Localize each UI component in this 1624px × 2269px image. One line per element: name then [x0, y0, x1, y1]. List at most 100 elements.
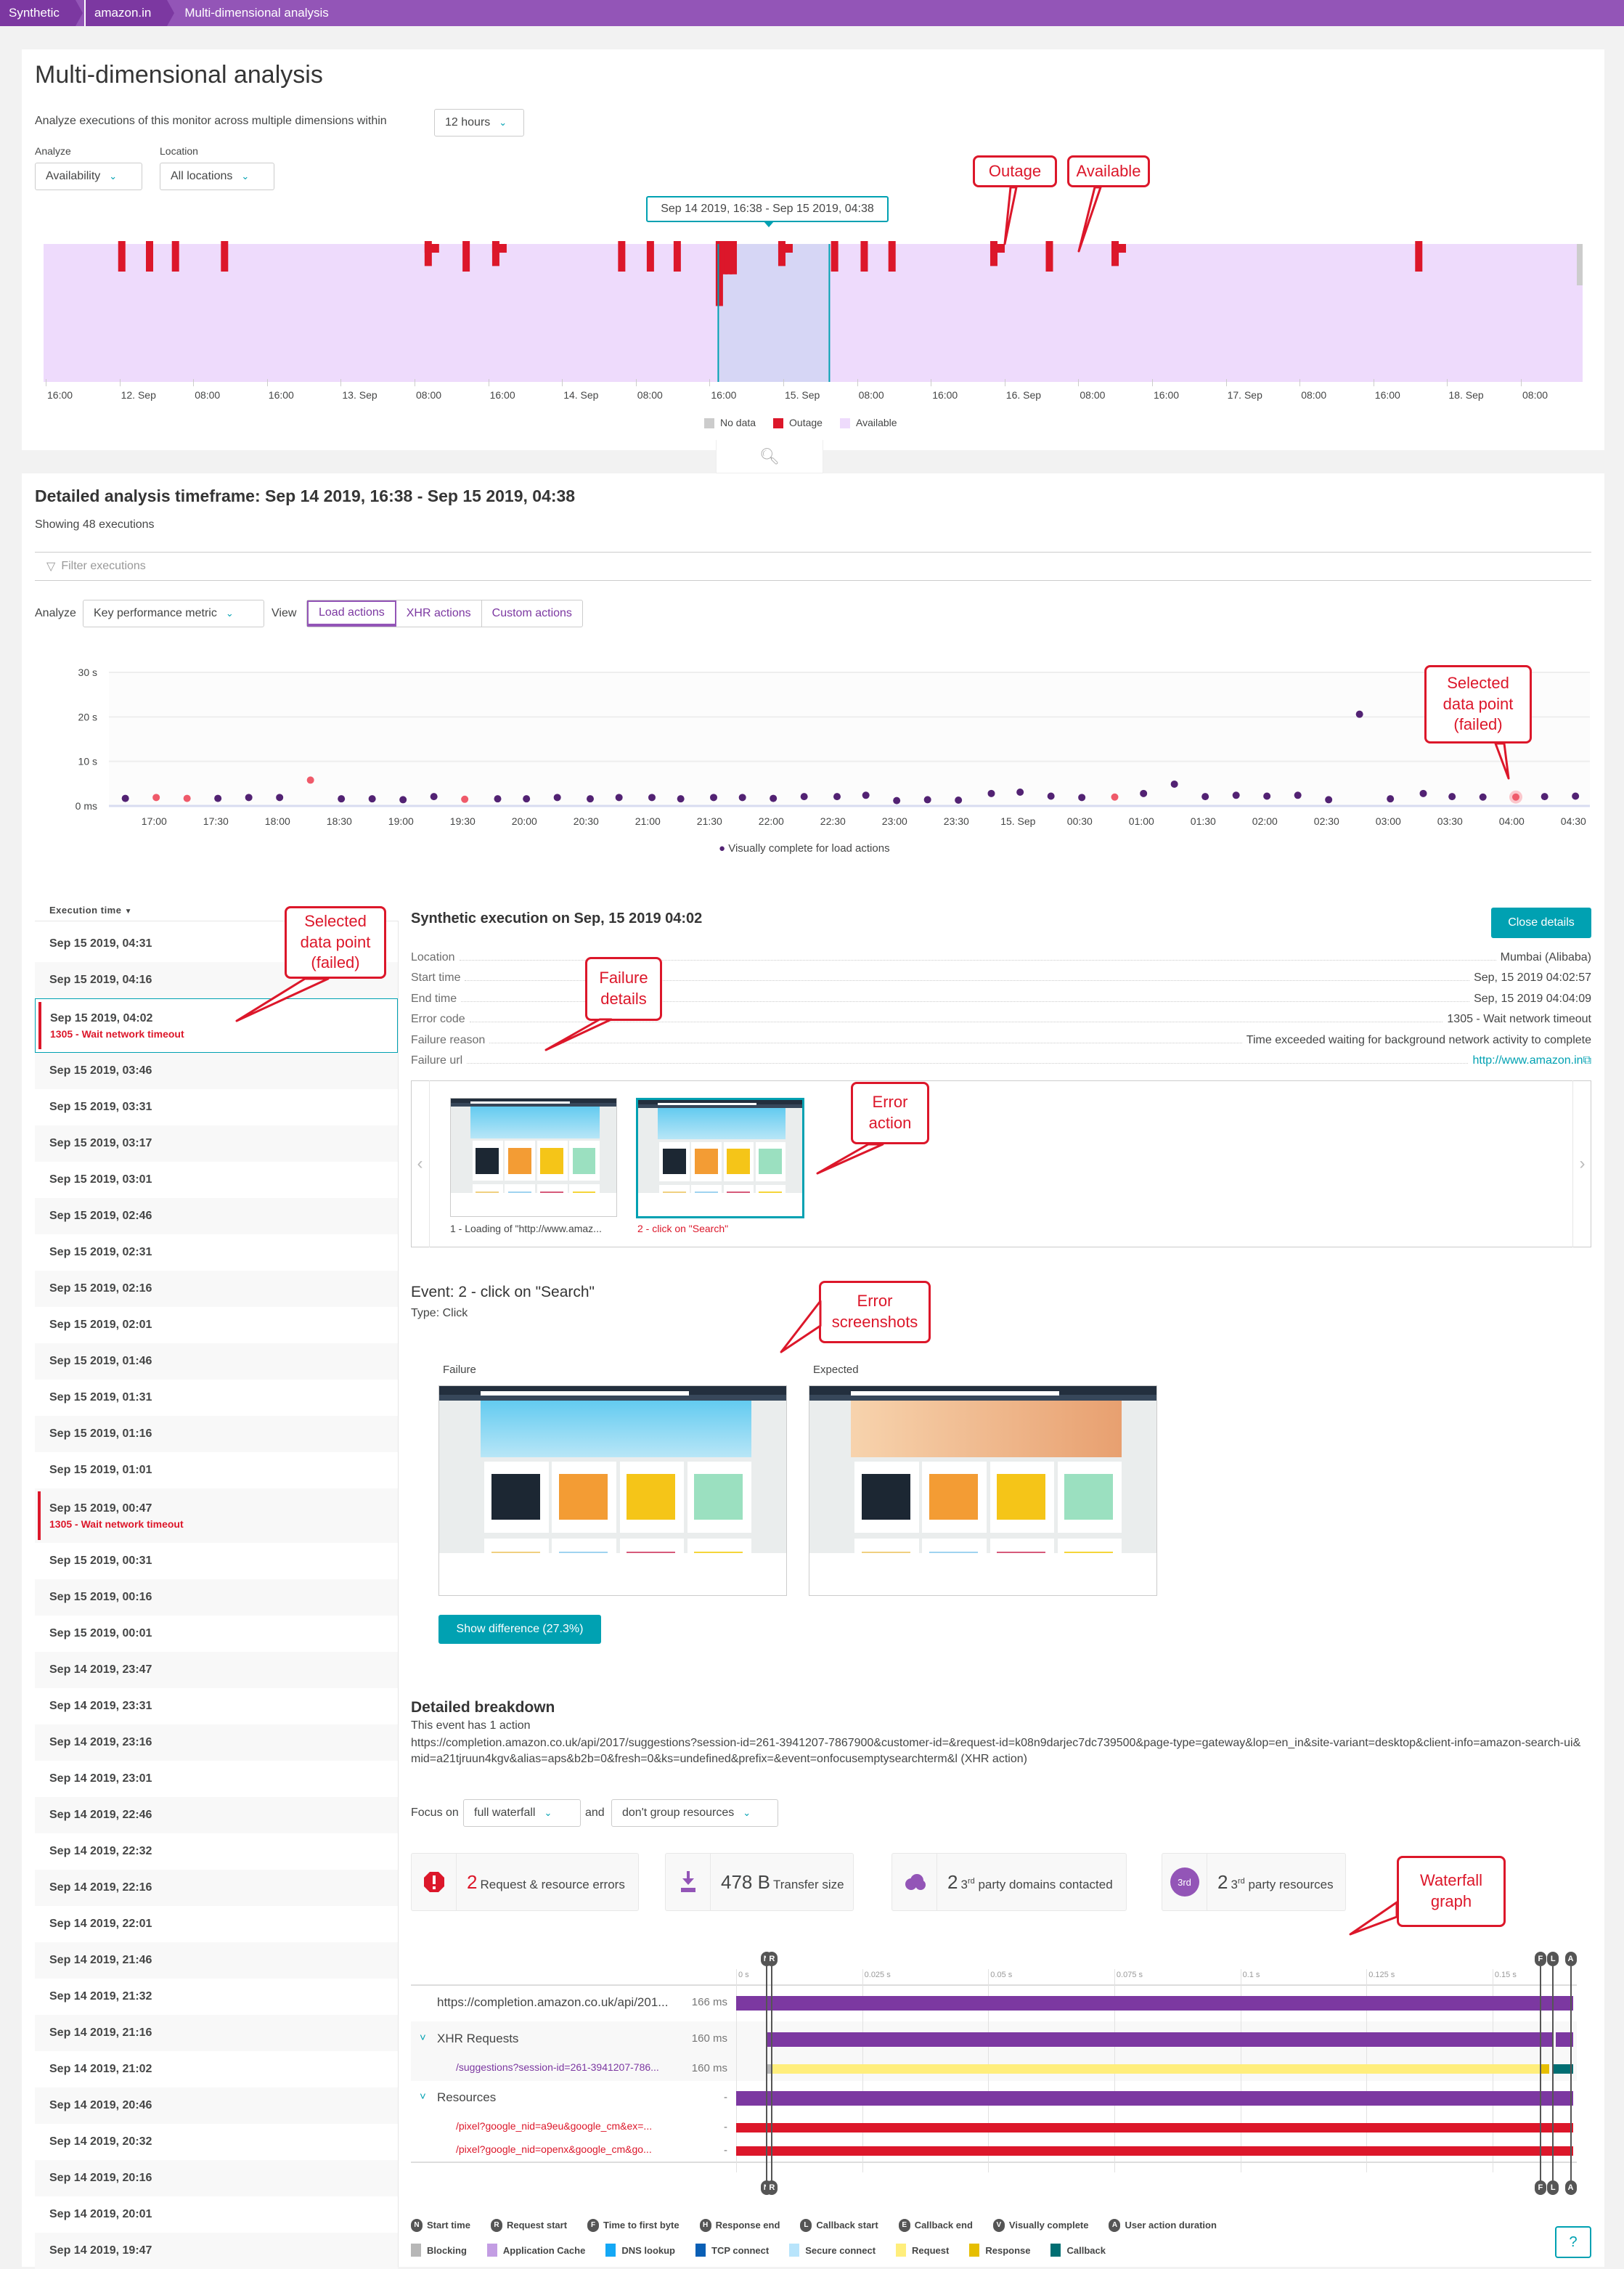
data-point[interactable] — [1325, 796, 1333, 804]
waterfall-bar[interactable] — [766, 2032, 1554, 2047]
data-point[interactable] — [338, 795, 346, 803]
execution-row[interactable]: Sep 14 2019, 21:46 — [35, 1942, 398, 1979]
waterfall-bar[interactable] — [736, 2091, 1573, 2106]
marker-a[interactable]: A — [1564, 2180, 1577, 2195]
data-point-failed[interactable] — [306, 776, 314, 784]
stat-errors[interactable]: 2 Request & resource errors — [411, 1853, 639, 1911]
data-point[interactable] — [677, 795, 685, 803]
tab-xhr-actions[interactable]: XHR actions — [396, 600, 482, 627]
data-point[interactable] — [1047, 792, 1055, 800]
waterfall-bar[interactable] — [736, 2123, 1573, 2132]
outage-bar[interactable] — [221, 241, 229, 272]
data-point[interactable] — [430, 793, 438, 801]
execution-row[interactable]: Sep 15 2019, 02:31 — [35, 1234, 398, 1271]
data-point-failed[interactable] — [461, 795, 469, 803]
event-thumbnail-2[interactable] — [636, 1098, 804, 1218]
availability-chart[interactable] — [0, 232, 1624, 414]
outage-bar[interactable] — [462, 241, 470, 272]
outage-bar[interactable] — [646, 241, 654, 272]
data-point[interactable] — [862, 791, 870, 799]
data-point[interactable] — [1448, 793, 1456, 801]
marker-r[interactable]: R — [766, 1952, 778, 1966]
execution-row[interactable]: Sep 15 2019, 00:47 1305 - Wait network ti… — [35, 1488, 398, 1543]
data-point[interactable] — [523, 795, 531, 803]
waterfall-row-label[interactable]: Resources — [437, 2090, 496, 2105]
data-point[interactable] — [587, 795, 594, 803]
waterfall-row-label[interactable]: https://completion.amazon.co.uk/api/201.… — [437, 1995, 668, 2010]
execution-row[interactable]: Sep 15 2019, 04:02 1305 - Wait network ti… — [35, 998, 398, 1053]
timeframe-dropdown[interactable]: 12 hours ⌄ — [434, 109, 524, 137]
execution-row[interactable]: Sep 14 2019, 22:16 — [35, 1870, 398, 1906]
data-point[interactable] — [553, 794, 561, 802]
data-point-failed[interactable] — [152, 794, 160, 802]
waterfall-row-label[interactable]: /pixel?google_nid=openx&google_cm&go... — [456, 2143, 652, 2155]
data-point[interactable] — [1201, 793, 1209, 801]
breadcrumb-monitor[interactable]: amazon.in — [83, 0, 175, 26]
data-point[interactable] — [1387, 795, 1395, 803]
execution-row[interactable]: Sep 14 2019, 21:02 — [35, 2051, 398, 2087]
data-point[interactable] — [1419, 789, 1427, 797]
data-point[interactable] — [494, 795, 502, 803]
marker-f[interactable]: F — [1534, 2180, 1546, 2195]
execution-row[interactable]: Sep 14 2019, 20:46 — [35, 2087, 398, 2124]
waterfall-bar[interactable] — [736, 1996, 1573, 2011]
execution-row[interactable]: Sep 15 2019, 01:46 — [35, 1343, 398, 1380]
show-difference-button[interactable]: Show difference (27.3%) — [438, 1615, 601, 1644]
data-point-failed[interactable] — [1512, 793, 1519, 801]
outage-bar[interactable] — [673, 241, 681, 272]
data-point[interactable] — [1479, 793, 1487, 801]
execution-row[interactable]: Sep 14 2019, 20:16 — [35, 2160, 398, 2196]
execution-row[interactable]: Sep 15 2019, 01:01 — [35, 1452, 398, 1488]
data-point[interactable] — [770, 794, 778, 802]
filter-input[interactable]: ▽ Filter executions — [35, 552, 1591, 581]
data-point[interactable] — [1078, 794, 1086, 802]
analyze-dropdown[interactable]: Availability ⌄ — [35, 163, 142, 190]
execution-row[interactable]: Sep 15 2019, 03:01 — [35, 1162, 398, 1198]
execution-row[interactable]: Sep 14 2019, 21:16 — [35, 2015, 398, 2051]
outage-bar[interactable] — [1415, 241, 1423, 272]
execution-row[interactable]: Sep 14 2019, 23:31 — [35, 1688, 398, 1724]
execution-row[interactable]: Sep 15 2019, 02:16 — [35, 1271, 398, 1307]
expand-chevron-icon[interactable]: ˅ — [420, 2090, 426, 2103]
waterfall-bar[interactable] — [1540, 2064, 1550, 2074]
execution-row[interactable]: Sep 15 2019, 03:31 — [35, 1089, 398, 1125]
group-dropdown[interactable]: don't group resources ⌄ — [611, 1799, 778, 1827]
data-point[interactable] — [987, 789, 995, 797]
execution-row[interactable]: Sep 15 2019, 00:01 — [35, 1616, 398, 1652]
execution-row[interactable]: Sep 15 2019, 03:46 — [35, 1053, 398, 1089]
data-point-failed[interactable] — [1111, 793, 1119, 801]
data-point[interactable] — [833, 793, 841, 801]
zoom-icon[interactable]: 🔍︎ — [716, 440, 823, 473]
waterfall-bar[interactable] — [772, 2064, 1541, 2074]
expand-chevron-icon[interactable]: ˅ — [420, 2032, 426, 2044]
marker-r[interactable]: R — [766, 2180, 778, 2195]
outage-bar[interactable] — [831, 241, 838, 272]
data-point[interactable] — [923, 796, 931, 804]
data-point[interactable] — [214, 794, 222, 802]
carousel-prev-button[interactable]: ‹ — [411, 1080, 430, 1247]
execution-row[interactable]: Sep 14 2019, 23:16 — [35, 1724, 398, 1761]
outage-bar[interactable] — [888, 241, 896, 272]
marker-l[interactable]: L — [1547, 1952, 1559, 1966]
event-label-2[interactable]: 2 - click on "Search" — [637, 1223, 728, 1234]
failure-url-link[interactable]: http://www.amazon.in — [1472, 1054, 1583, 1067]
execution-row[interactable]: Sep 15 2019, 02:46 — [35, 1198, 398, 1234]
data-point[interactable] — [245, 794, 253, 802]
execution-row[interactable]: Sep 14 2019, 22:46 — [35, 1797, 398, 1833]
waterfall-bar[interactable] — [736, 2146, 1573, 2156]
data-point[interactable] — [121, 794, 129, 802]
execution-time-header[interactable]: Execution time ▼ — [49, 905, 132, 916]
carousel-next-button[interactable]: › — [1572, 1080, 1591, 1247]
data-point[interactable] — [1541, 793, 1548, 801]
marker-f[interactable]: F — [1534, 1952, 1546, 1966]
execution-row[interactable]: Sep 15 2019, 01:16 — [35, 1416, 398, 1452]
breadcrumb-synthetic[interactable]: Synthetic — [0, 0, 83, 26]
outage-bar[interactable] — [618, 241, 626, 272]
outage-bar[interactable] — [171, 241, 179, 272]
data-point[interactable] — [648, 794, 656, 802]
failure-screenshot[interactable] — [438, 1385, 787, 1596]
data-point[interactable] — [1170, 780, 1178, 788]
data-point[interactable] — [1263, 792, 1271, 800]
performance-scatter-chart[interactable]: 0 ms 10 s 20 s 30 s 17:00 17:30 18:00 18:30 19:0… — [0, 653, 1624, 842]
stat-third-party-domains[interactable]: 2 3rd party domains contacted — [891, 1853, 1127, 1911]
